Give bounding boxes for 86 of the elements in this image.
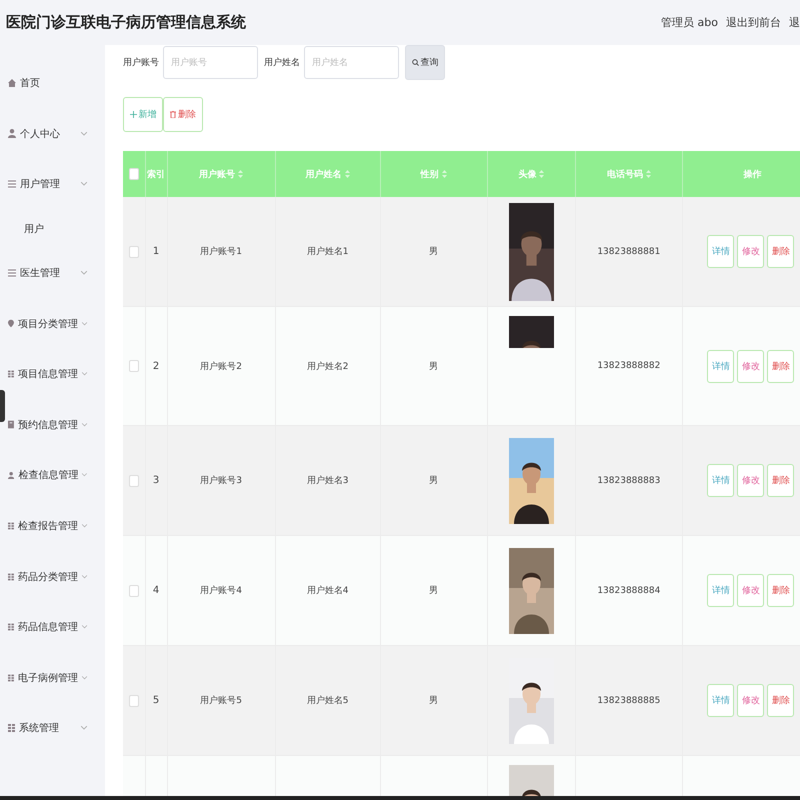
collapse-handle[interactable] xyxy=(0,390,5,422)
sidebar-item[interactable]: 首页 xyxy=(0,58,105,109)
search-field[interactable]: 用户姓名 xyxy=(304,46,399,79)
row-button[interactable]: 详情 xyxy=(707,235,734,268)
chevron-icon xyxy=(82,422,87,427)
document-icon xyxy=(8,420,14,430)
search-icon xyxy=(412,59,418,66)
checkbox[interactable] xyxy=(128,694,139,706)
grid-icon xyxy=(8,522,14,530)
sidebar-item[interactable]: 电子病例管理 xyxy=(0,652,105,704)
table-cell: 2 xyxy=(145,306,168,426)
sort-icon[interactable] xyxy=(646,170,651,178)
sidebar-item[interactable]: 项目信息管理 xyxy=(0,348,105,400)
list-icon xyxy=(8,269,16,278)
grid-icon xyxy=(8,572,14,581)
chevron-icon xyxy=(81,132,87,136)
checkbox[interactable] xyxy=(128,246,139,258)
sidebar-item[interactable]: 检查报告管理 xyxy=(0,500,105,552)
chevron-icon xyxy=(81,271,87,276)
field-label: 用户账号 xyxy=(123,56,159,69)
grid-icon xyxy=(8,674,14,682)
table-cell: 1 xyxy=(145,197,168,306)
row-button[interactable]: 详情 xyxy=(707,464,734,497)
sort-icon[interactable] xyxy=(539,170,544,178)
search-field[interactable]: 用户账号 xyxy=(163,46,258,79)
row-button[interactable]: 删除 xyxy=(767,235,794,268)
checkbox[interactable] xyxy=(128,474,139,486)
row-button[interactable]: 删除 xyxy=(767,464,794,497)
chevron-icon xyxy=(82,372,87,376)
sidebar-item[interactable]: 个人中心 xyxy=(0,108,105,160)
grid-icon xyxy=(8,724,15,732)
column-header: 操作 xyxy=(743,170,762,180)
row-button[interactable]: 删除 xyxy=(767,574,794,607)
row-button[interactable]: 修改 xyxy=(737,684,764,717)
add-button[interactable]: 新增 xyxy=(123,97,163,132)
sidebar-item[interactable]: 检查信息管理 xyxy=(0,450,105,501)
row-button[interactable]: 删除 xyxy=(767,350,794,382)
sidebar-subitem[interactable]: 用户 xyxy=(0,210,105,248)
row-button[interactable]: 详情 xyxy=(707,350,734,382)
sort-icon[interactable] xyxy=(238,170,244,178)
sidebar-item[interactable]: 药品分类管理 xyxy=(0,551,105,602)
chevron-icon xyxy=(82,625,87,630)
sort-icon[interactable] xyxy=(442,170,447,178)
checkbox[interactable] xyxy=(128,584,139,596)
table-cell: 3 xyxy=(145,426,168,536)
sidebar-item[interactable]: 预约信息管理 xyxy=(0,400,105,450)
chevron-icon xyxy=(81,726,87,730)
chevron-icon xyxy=(82,524,87,528)
header-link[interactable]: 退 xyxy=(789,15,800,30)
table-cell: 4 xyxy=(145,536,168,646)
row-button[interactable]: 修改 xyxy=(737,235,764,268)
pin-icon xyxy=(8,319,14,328)
trash-icon xyxy=(170,111,176,118)
header-link[interactable]: 管理员 abo xyxy=(661,15,718,30)
app-title: 医院门诊互联电子病历管理信息系统 xyxy=(6,13,247,32)
grid-icon xyxy=(8,623,14,632)
row-button[interactable]: 删除 xyxy=(767,684,794,717)
person-icon xyxy=(8,129,16,138)
table-cell: 5 xyxy=(145,646,168,756)
plus-icon xyxy=(130,111,136,118)
row-button[interactable]: 详情 xyxy=(707,684,734,717)
home-icon xyxy=(8,79,16,88)
person-icon xyxy=(8,470,14,480)
chevron-icon xyxy=(82,574,87,579)
grid-icon xyxy=(8,370,14,378)
sort-icon[interactable] xyxy=(344,170,350,178)
search-button[interactable]: 查询 xyxy=(405,45,445,80)
row-button[interactable]: 修改 xyxy=(737,574,764,607)
sidebar-item[interactable]: 医生管理 xyxy=(0,248,105,298)
column-header: 索引 xyxy=(147,170,166,180)
row-button[interactable]: 修改 xyxy=(737,350,764,382)
row-button[interactable]: 详情 xyxy=(707,574,734,607)
sidebar-item[interactable]: 项目分类管理 xyxy=(0,298,105,349)
sidebar-item[interactable]: 用户管理 xyxy=(0,159,105,210)
chevron-icon xyxy=(82,473,87,478)
sidebar-item[interactable]: 药品信息管理 xyxy=(0,602,105,653)
row-button[interactable]: 修改 xyxy=(737,464,764,497)
chevron-icon xyxy=(81,182,87,186)
checkbox[interactable] xyxy=(128,360,139,372)
chevron-icon xyxy=(82,676,87,680)
checkbox[interactable] xyxy=(128,168,139,180)
delete-button[interactable]: 删除 xyxy=(163,97,203,132)
field-label: 用户姓名 xyxy=(264,56,300,69)
header-link[interactable]: 退出到前台 xyxy=(726,15,781,30)
sidebar-item[interactable]: 系统管理 xyxy=(0,703,105,754)
chevron-icon xyxy=(82,322,87,326)
